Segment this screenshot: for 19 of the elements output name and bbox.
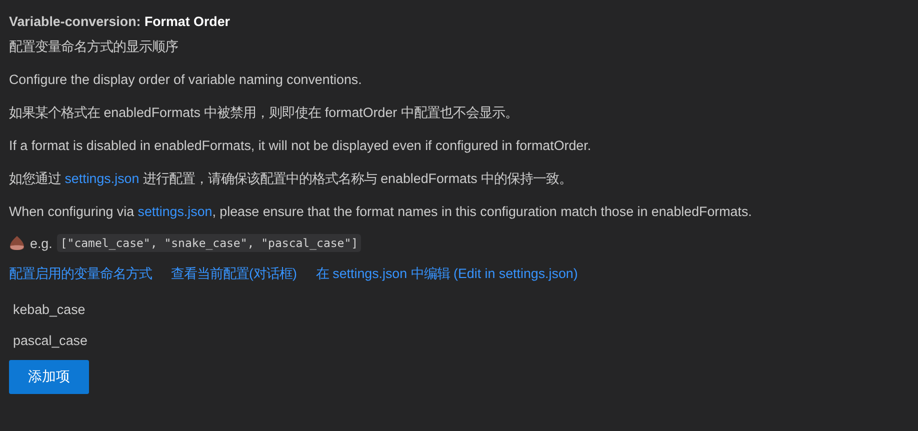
- setting-name: Format Order: [144, 14, 230, 29]
- list-item[interactable]: kebab_case: [9, 294, 92, 325]
- description-text: 如您通过 settings.json 进行配置，请确保该配置中的格式名称与 enabledFormats 中的保持一致。: [9, 170, 572, 188]
- example-label: e.g.: [30, 236, 52, 250]
- chestnut-icon: [9, 235, 25, 251]
- description-text: Configure the display order of variable naming conventions.: [9, 71, 362, 89]
- settings-link[interactable]: settings.json: [138, 204, 212, 219]
- list-item[interactable]: pascal_case: [9, 325, 92, 356]
- action-link[interactable]: 配置启用的变量命名方式: [9, 264, 152, 284]
- description-text: If a format is disabled in enabledFormats, it will not be displayed even if configured in formatOrder.: [9, 137, 592, 155]
- action-link[interactable]: 在 settings.json 中编辑 (Edit in settings.json): [316, 264, 578, 284]
- description-text: When configuring via settings.json, please ensure that the format names in this configuration match those in enabledFormats.: [9, 203, 752, 221]
- description-text: 配置变量命名方式的显示顺序: [9, 38, 178, 56]
- example-code: ["camel_case", "snake_case", "pascal_case"]: [57, 234, 362, 252]
- description-text: 如果某个格式在 enabledFormats 中被禁用，则即使在 formatOrder 中配置也不会显示。: [9, 104, 518, 122]
- action-link[interactable]: 查看当前配置(对话框): [171, 264, 297, 284]
- add-item-button[interactable]: 添加项: [9, 360, 89, 394]
- settings-link[interactable]: settings.json: [64, 171, 140, 186]
- setting-category: Variable-conversion:: [9, 14, 142, 29]
